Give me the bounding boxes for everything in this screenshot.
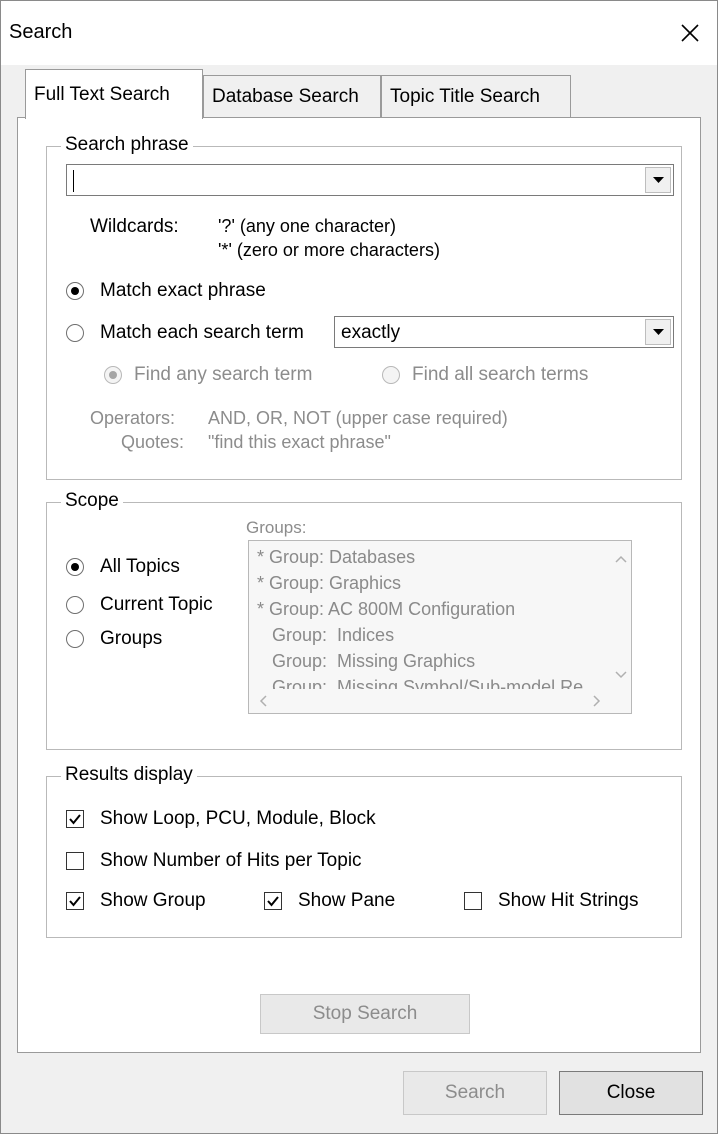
show-loop-label: Show Loop, PCU, Module, Block <box>100 808 376 829</box>
find-any-term-label: Find any search term <box>134 364 313 385</box>
checkmark-icon <box>69 814 81 825</box>
wildcard-question-mark: '?' (any one character) <box>218 216 396 236</box>
stop-search-label: Stop Search <box>312 1003 418 1024</box>
scope-groups-radio[interactable] <box>66 630 84 648</box>
match-each-term-label: Match each search term <box>100 322 304 343</box>
scroll-left-icon[interactable] <box>259 695 267 707</box>
horizontal-scrollbar[interactable] <box>249 689 611 713</box>
match-mode-value: exactly <box>341 322 401 343</box>
stop-search-button[interactable]: Stop Search <box>260 994 470 1034</box>
tab-label: Database Search <box>212 86 359 107</box>
scroll-down-icon[interactable] <box>615 671 627 679</box>
search-phrase-combo[interactable] <box>66 164 674 196</box>
vertical-scrollbar[interactable] <box>609 541 631 691</box>
tab-topic-title-search[interactable]: Topic Title Search <box>381 75 571 117</box>
show-hit-strings-checkbox[interactable] <box>464 892 482 910</box>
tab-label: Full Text Search <box>34 84 170 105</box>
scope-all-topics-radio[interactable] <box>66 558 84 576</box>
match-mode-select[interactable]: exactly <box>334 316 674 348</box>
tab-label: Topic Title Search <box>390 86 540 107</box>
groups-list-label: Groups: <box>246 518 307 537</box>
match-exact-phrase-radio[interactable] <box>66 282 84 300</box>
find-all-terms-label: Find all search terms <box>412 364 589 385</box>
search-phrase-dropdown-button[interactable] <box>645 167 671 193</box>
search-button[interactable]: Search <box>403 1071 547 1115</box>
list-item[interactable]: * Group: AC 800M Configuration <box>257 599 515 620</box>
chevron-down-icon <box>653 177 664 183</box>
scope-groups-label: Groups <box>100 628 163 649</box>
title-bar: Search <box>1 1 717 65</box>
find-any-term-radio[interactable] <box>104 366 122 384</box>
search-phrase-legend: Search phrase <box>61 134 193 156</box>
list-item[interactable]: * Group: Databases <box>257 547 415 568</box>
text-caret <box>73 170 74 192</box>
tab-database-search[interactable]: Database Search <box>203 75 381 117</box>
list-item[interactable]: Group: Missing Graphics <box>257 651 475 672</box>
show-hits-checkbox[interactable] <box>66 852 84 870</box>
tab-full-text-search[interactable]: Full Text Search <box>25 69 203 119</box>
show-hits-label: Show Number of Hits per Topic <box>100 850 362 871</box>
show-loop-checkbox[interactable] <box>66 810 84 828</box>
checkmark-icon <box>69 896 81 907</box>
match-each-term-radio[interactable] <box>66 324 84 342</box>
close-button-label: Close <box>606 1082 656 1103</box>
scope-current-topic-radio[interactable] <box>66 596 84 614</box>
chevron-down-icon <box>653 329 664 335</box>
operators-value: AND, OR, NOT (upper case required) <box>208 408 508 428</box>
show-group-label: Show Group <box>100 890 206 911</box>
scope-legend: Scope <box>61 490 123 512</box>
close-icon[interactable] <box>673 13 707 53</box>
wildcards-label: Wildcards: <box>90 216 179 237</box>
list-item[interactable]: Group: Indices <box>257 625 394 646</box>
window-title: Search <box>9 21 73 43</box>
quotes-label: Quotes: <box>121 432 185 452</box>
list-item[interactable]: * Group: Graphics <box>257 573 401 594</box>
scroll-right-icon[interactable] <box>593 695 601 707</box>
match-mode-dropdown-button[interactable] <box>645 319 671 345</box>
show-pane-checkbox[interactable] <box>264 892 282 910</box>
show-pane-label: Show Pane <box>298 890 396 911</box>
show-group-checkbox[interactable] <box>66 892 84 910</box>
tab-panel-full-text-search: Search phrase Wildcards: '?' (any one ch… <box>17 117 701 1053</box>
operators-label: Operators: <box>90 408 176 428</box>
show-hit-strings-label: Show Hit Strings <box>498 890 639 911</box>
search-dialog: Search Full Text Search Database Search … <box>0 0 718 1134</box>
find-all-terms-radio[interactable] <box>382 366 400 384</box>
search-phrase-group: Search phrase <box>46 134 682 480</box>
match-exact-phrase-label: Match exact phrase <box>100 280 266 301</box>
wildcard-asterisk: '*' (zero or more characters) <box>218 240 440 260</box>
quotes-value: "find this exact phrase" <box>208 432 391 452</box>
close-button[interactable]: Close <box>559 1071 703 1115</box>
search-button-label: Search <box>444 1082 506 1103</box>
groups-listbox[interactable]: * Group: Databases * Group: Graphics * G… <box>248 540 632 714</box>
checkmark-icon <box>267 896 279 907</box>
scope-all-topics-label: All Topics <box>100 556 180 577</box>
results-display-legend: Results display <box>61 764 197 786</box>
scope-current-topic-label: Current Topic <box>100 594 213 615</box>
scroll-up-icon[interactable] <box>615 555 627 563</box>
